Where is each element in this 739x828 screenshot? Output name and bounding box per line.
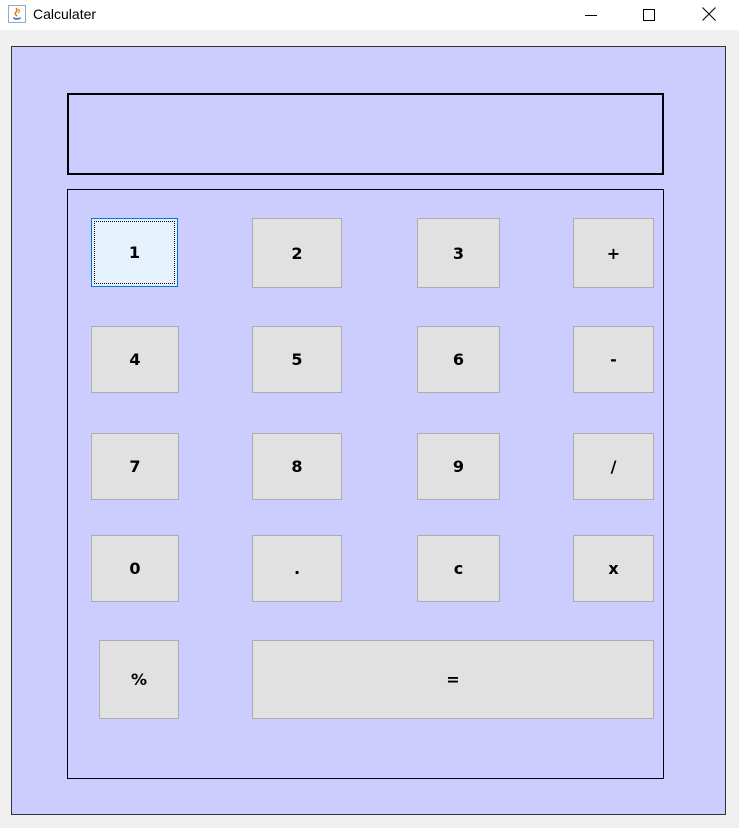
- digit-8-button[interactable]: 8: [252, 433, 342, 500]
- digit-9-button[interactable]: 9: [417, 433, 500, 500]
- equals-button[interactable]: =: [252, 640, 654, 719]
- java-app-icon: [8, 5, 26, 23]
- digit-6-button[interactable]: 6: [417, 326, 500, 393]
- title-bar[interactable]: Calculater: [0, 0, 739, 30]
- divide-button[interactable]: /: [573, 433, 654, 500]
- minus-button[interactable]: -: [573, 326, 654, 393]
- minimize-icon: [585, 6, 597, 25]
- calculator-panel: 1 2 3 + 4 5 6 - 7 8 9 / 0 . c x % =: [11, 46, 726, 815]
- maximize-button[interactable]: [620, 0, 678, 30]
- minimize-button[interactable]: [562, 0, 620, 30]
- keypad: 1 2 3 + 4 5 6 - 7 8 9 / 0 . c x % =: [67, 189, 664, 779]
- window-title: Calculater: [33, 6, 97, 22]
- clear-button[interactable]: c: [417, 535, 500, 602]
- multiply-button[interactable]: x: [573, 535, 654, 602]
- digit-4-button[interactable]: 4: [91, 326, 179, 393]
- maximize-icon: [643, 6, 655, 25]
- close-icon: [702, 6, 716, 25]
- digit-0-button[interactable]: 0: [91, 535, 179, 602]
- digit-2-button[interactable]: 2: [252, 218, 342, 288]
- digit-7-button[interactable]: 7: [91, 433, 179, 500]
- percent-button[interactable]: %: [99, 640, 179, 719]
- display-field[interactable]: [67, 93, 664, 175]
- digit-1-button[interactable]: 1: [91, 218, 178, 287]
- digit-5-button[interactable]: 5: [252, 326, 342, 393]
- calculator-window: Calculater 1 2 3 + 4 5 6 - 7 8 9 / 0 . c…: [0, 0, 739, 828]
- plus-button[interactable]: +: [573, 218, 654, 288]
- decimal-point-button[interactable]: .: [252, 535, 342, 602]
- digit-3-button[interactable]: 3: [417, 218, 500, 288]
- close-button[interactable]: [680, 0, 738, 30]
